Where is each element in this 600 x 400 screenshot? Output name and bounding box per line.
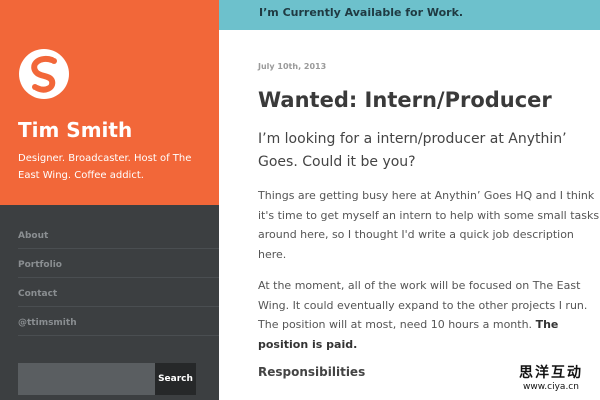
tagline: Designer. Broadcaster. Host of The East …	[18, 153, 192, 181]
watermark-text: 思洋互动	[519, 365, 583, 381]
post-paragraph: At the moment, all of the work will be f…	[258, 276, 600, 354]
nav-item-about[interactable]: About	[18, 220, 219, 249]
nav-item-twitter[interactable]: @ttimsmith	[18, 307, 219, 336]
search-button[interactable]: Search	[155, 363, 196, 395]
profile-panel: Tim Smith Designer. Broadcaster. Host of…	[0, 0, 219, 205]
post-title[interactable]: Wanted: Intern/Producer	[258, 88, 600, 112]
search-form: Search	[18, 363, 196, 395]
post-article: July 10th, 2013 Wanted: Intern/Producer …	[258, 62, 600, 379]
post-lead: I’m looking for a intern/producer at Any…	[258, 131, 567, 170]
sidebar-nav: About Portfolio Contact @ttimsmith	[18, 220, 219, 336]
watermark-url: www.ciya.cn	[523, 382, 579, 392]
site-name[interactable]: Tim Smith	[18, 118, 132, 142]
watermark: 思洋互动 www.ciya.cn	[508, 362, 594, 392]
post-paragraph: Things are getting busy here at Anythin’…	[258, 189, 600, 261]
search-input[interactable]	[18, 363, 155, 395]
post-date: July 10th, 2013	[258, 62, 327, 71]
nav-item-portfolio[interactable]: Portfolio	[18, 249, 219, 278]
banner-text[interactable]: I’m Currently Available for Work.	[259, 6, 463, 19]
availability-banner[interactable]: I’m Currently Available for Work.	[219, 0, 600, 30]
sidebar: Tim Smith Designer. Broadcaster. Host of…	[0, 0, 219, 400]
s-swirl-logo-icon[interactable]	[18, 48, 70, 100]
page: Tim Smith Designer. Broadcaster. Host of…	[0, 0, 600, 400]
nav-item-contact[interactable]: Contact	[18, 278, 219, 307]
